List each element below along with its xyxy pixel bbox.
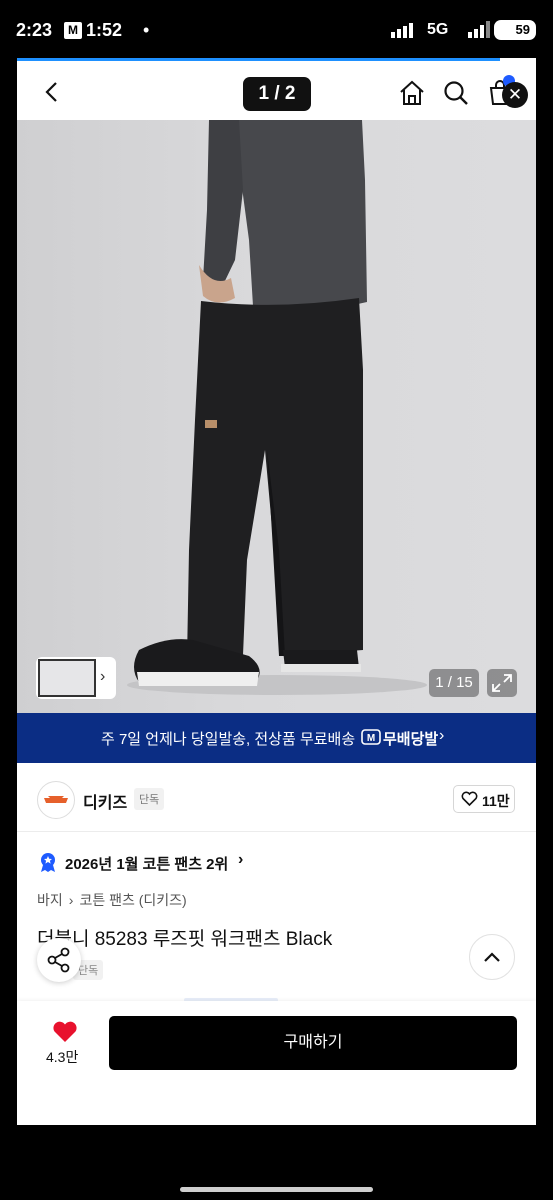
promo-text: 주 7일 언제나 당일발송, 전상품 무료배송	[101, 731, 356, 748]
brand-like-count: 11만	[482, 793, 510, 809]
chevron-right-icon: ›	[238, 851, 244, 868]
dickies-logo-icon	[44, 796, 68, 803]
close-icon[interactable]: ✕	[502, 82, 528, 108]
page-indicator: 1 / 2	[243, 77, 311, 111]
promo-banner[interactable]: 주 7일 언제나 당일발송, 전상품 무료배송 M 무배당발 ›	[17, 713, 536, 763]
battery-level: 59	[494, 20, 536, 40]
heart-filled-icon[interactable]	[52, 1020, 78, 1044]
app-badge: M	[64, 22, 82, 39]
home-indicator[interactable]	[180, 1187, 373, 1192]
status-dot: •	[143, 20, 150, 40]
buy-button[interactable]: 구매하기	[109, 1016, 517, 1070]
back-arrow-icon[interactable]	[41, 81, 63, 103]
image-counter: 1 / 15	[429, 669, 479, 697]
svg-text:M: M	[367, 733, 375, 744]
status-time: 2:23	[16, 20, 53, 40]
promo-brand: 무배당발	[383, 731, 439, 748]
chevron-right-icon: ›	[439, 727, 445, 744]
ranking-text: 2026년 1월 코튼 팬츠 2위	[65, 856, 229, 873]
status-extra: 1:52	[86, 20, 123, 40]
signal-icon	[391, 23, 413, 38]
top-bar: 1 / 2 ✕	[17, 61, 536, 123]
medal-icon	[41, 853, 55, 872]
product-photo	[127, 120, 427, 695]
product-like-count: 4.3만	[46, 1049, 79, 1065]
delivery-logo-icon: M	[361, 729, 381, 745]
scroll-top-button[interactable]	[469, 934, 515, 980]
breadcrumb-item[interactable]: 코튼 팬츠 (디키즈)	[79, 892, 186, 908]
brand-like-button[interactable]: 11만	[453, 785, 515, 813]
heart-outline-icon	[461, 791, 478, 807]
thumbnail-image	[38, 659, 96, 697]
share-icon	[47, 947, 70, 973]
breadcrumb-item[interactable]: 바지	[37, 892, 63, 908]
search-icon[interactable]	[442, 79, 470, 107]
wifi-bars-icon	[468, 21, 490, 38]
brand-row[interactable]: 디키즈 단독 11만	[17, 763, 536, 832]
product-image[interactable]: › 1 / 15	[17, 120, 536, 713]
expand-icon[interactable]	[487, 669, 517, 697]
breadcrumb: 바지 › 코튼 팬츠 (디키즈)	[37, 890, 193, 910]
share-button[interactable]	[37, 938, 81, 982]
product-title: 더블니 85283 루즈핏 워크팬츠 Black	[37, 929, 333, 950]
app-screen: 1 / 2 ✕ › 1 / 15 주 7일 언제나 당일발송, 전상품 무료배송…	[17, 58, 536, 1125]
chevron-up-icon	[484, 952, 500, 962]
exclusive-tag: 단독	[134, 788, 165, 810]
gallery-thumbnail[interactable]: ›	[36, 657, 116, 699]
home-icon[interactable]	[398, 79, 426, 107]
chevron-right-icon: ›	[68, 892, 74, 908]
chevron-right-icon: ›	[100, 668, 106, 685]
brand-name[interactable]: 디키즈	[83, 789, 127, 813]
bottom-action-bar: 4.3만 구매하기	[17, 1001, 536, 1125]
network-label: 5G	[427, 21, 449, 38]
status-bar: 2:23 M 1:52 • 5G 59	[0, 0, 553, 58]
brand-logo[interactable]	[37, 781, 75, 819]
